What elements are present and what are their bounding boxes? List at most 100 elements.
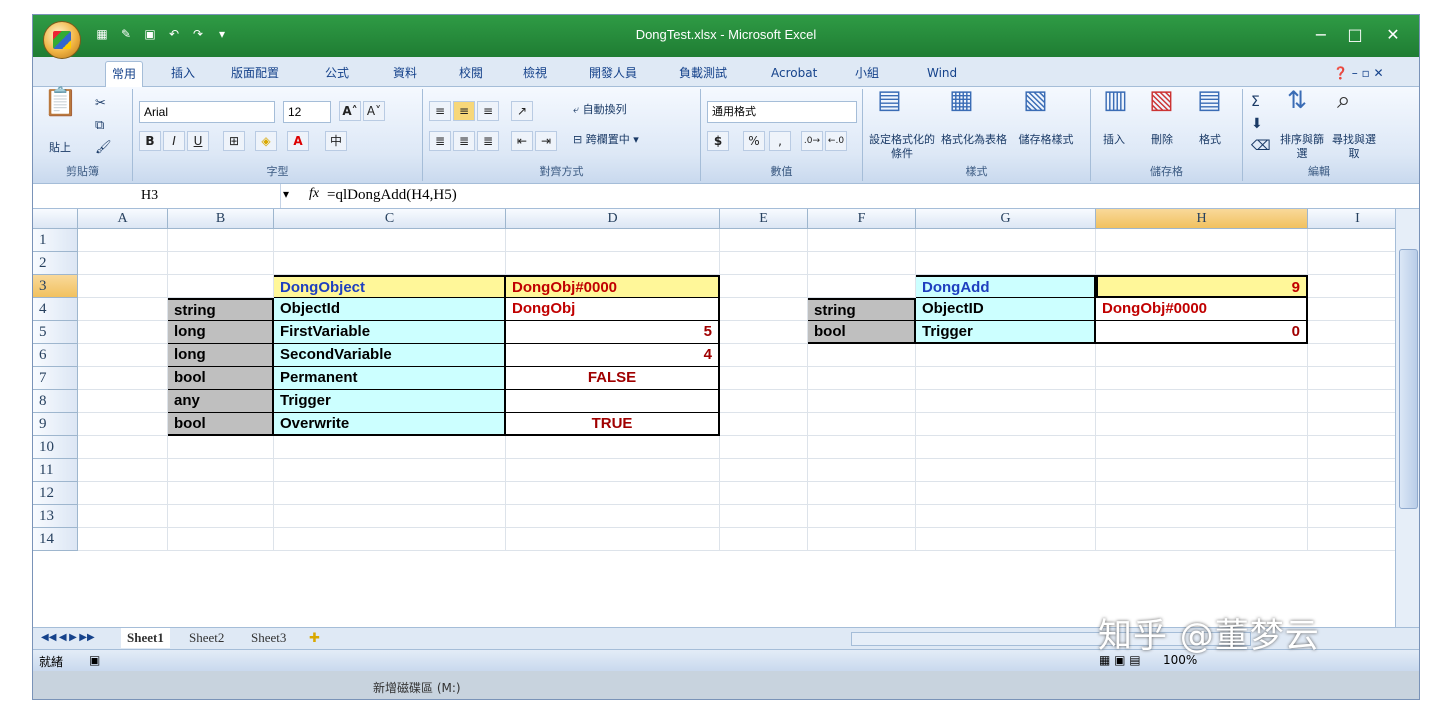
- sheet-tab-2[interactable]: Sheet2: [183, 628, 230, 648]
- cell-f1[interactable]: [808, 229, 916, 252]
- align-right-icon[interactable]: ≣: [477, 131, 499, 151]
- clear-icon[interactable]: ⌫: [1251, 139, 1271, 153]
- office-button[interactable]: [43, 21, 81, 59]
- column-header[interactable]: C: [274, 209, 506, 229]
- fill-color-icon[interactable]: ◈: [255, 131, 277, 151]
- find-select-button[interactable]: 尋找與選取: [1329, 133, 1379, 161]
- merge-center-button[interactable]: ⊟ 跨欄置中 ▾: [573, 133, 639, 147]
- phonetic-icon[interactable]: 中: [325, 131, 347, 151]
- wrap-text-button[interactable]: ⤶ 自動換列: [573, 103, 627, 117]
- tab-wind[interactable]: Wind: [921, 61, 963, 87]
- row-header[interactable]: 2: [33, 252, 78, 275]
- cell-f7[interactable]: [808, 367, 916, 390]
- cell-h2[interactable]: [1096, 252, 1308, 275]
- find-select-icon[interactable]: ⌕: [1337, 88, 1350, 112]
- cell-c8[interactable]: Trigger: [274, 390, 506, 413]
- cell-g7[interactable]: [916, 367, 1096, 390]
- macro-record-icon[interactable]: ▣: [89, 653, 100, 667]
- column-header[interactable]: I: [1308, 209, 1395, 229]
- cell-a11[interactable]: [78, 459, 168, 482]
- cell-i7[interactable]: [1308, 367, 1395, 390]
- name-box[interactable]: H3: [33, 184, 281, 208]
- row-header[interactable]: 7: [33, 367, 78, 390]
- row-header[interactable]: 14: [33, 528, 78, 551]
- row-header[interactable]: 10: [33, 436, 78, 459]
- tab-developer[interactable]: 開發人員: [583, 61, 643, 87]
- cell-c14[interactable]: [274, 528, 506, 551]
- cell-a10[interactable]: [78, 436, 168, 459]
- delete-cells-icon[interactable]: ▧: [1149, 87, 1174, 113]
- cell-b10[interactable]: [168, 436, 274, 459]
- format-cells-button[interactable]: 格式: [1199, 133, 1221, 147]
- insert-cells-icon[interactable]: ▥: [1103, 87, 1128, 113]
- cut-icon[interactable]: ✂: [95, 97, 106, 111]
- increase-indent-icon[interactable]: ⇥: [535, 131, 557, 151]
- cell-e12[interactable]: [720, 482, 808, 505]
- cell-d13[interactable]: [506, 505, 720, 528]
- grow-font-icon[interactable]: A˄: [339, 101, 361, 121]
- sort-filter-button[interactable]: 排序與篩選: [1277, 133, 1327, 161]
- cell-b6[interactable]: long: [168, 344, 274, 367]
- format-table-icon[interactable]: ▦: [949, 87, 974, 113]
- help-icon[interactable]: ❓ – ▫ ✕: [1327, 61, 1390, 87]
- cell-h3[interactable]: 9: [1096, 275, 1308, 298]
- cell-d6[interactable]: 4: [506, 344, 720, 367]
- maximize-icon[interactable]: □: [1335, 23, 1375, 45]
- column-header[interactable]: E: [720, 209, 808, 229]
- insert-cells-button[interactable]: 插入: [1103, 133, 1125, 147]
- currency-icon[interactable]: $: [707, 131, 729, 151]
- cell-i2[interactable]: [1308, 252, 1395, 275]
- cell-h13[interactable]: [1096, 505, 1308, 528]
- autosum-icon[interactable]: Σ: [1251, 95, 1260, 109]
- border-icon[interactable]: ⊞: [223, 131, 245, 151]
- cell-g2[interactable]: [916, 252, 1096, 275]
- cell-a4[interactable]: [78, 298, 168, 321]
- row-header[interactable]: 5: [33, 321, 78, 344]
- sheet-tab-1[interactable]: Sheet1: [121, 628, 170, 648]
- cell-g1[interactable]: [916, 229, 1096, 252]
- cell-c9[interactable]: Overwrite: [274, 413, 506, 436]
- align-top-icon[interactable]: ≡: [429, 101, 451, 121]
- cell-e6[interactable]: [720, 344, 808, 367]
- cell-i1[interactable]: [1308, 229, 1395, 252]
- row-header[interactable]: 8: [33, 390, 78, 413]
- row-header[interactable]: 1: [33, 229, 78, 252]
- cell-b13[interactable]: [168, 505, 274, 528]
- row-header[interactable]: 6: [33, 344, 78, 367]
- shrink-font-icon[interactable]: A˅: [363, 101, 385, 121]
- cell-b7[interactable]: bool: [168, 367, 274, 390]
- cell-i14[interactable]: [1308, 528, 1395, 551]
- cell-a6[interactable]: [78, 344, 168, 367]
- cell-d12[interactable]: [506, 482, 720, 505]
- row-header[interactable]: 9: [33, 413, 78, 436]
- cell-h14[interactable]: [1096, 528, 1308, 551]
- percent-icon[interactable]: %: [743, 131, 765, 151]
- format-painter-icon[interactable]: 🖌: [95, 141, 112, 155]
- cell-i3[interactable]: [1308, 275, 1395, 298]
- cell-c11[interactable]: [274, 459, 506, 482]
- comma-icon[interactable]: ,: [769, 131, 791, 151]
- underline-icon[interactable]: U: [187, 131, 209, 151]
- name-box-dropdown-icon[interactable]: ▾: [283, 187, 289, 201]
- cell-c10[interactable]: [274, 436, 506, 459]
- new-sheet-icon[interactable]: ✚: [309, 628, 320, 648]
- cell-e10[interactable]: [720, 436, 808, 459]
- font-name-box[interactable]: Arial: [139, 101, 275, 123]
- taskbar-item[interactable]: 新增磁碟區 (M:): [373, 679, 461, 696]
- cell-c4[interactable]: ObjectId: [274, 298, 506, 321]
- cell-a9[interactable]: [78, 413, 168, 436]
- cell-c5[interactable]: FirstVariable: [274, 321, 506, 344]
- cell-e1[interactable]: [720, 229, 808, 252]
- cell-b5[interactable]: long: [168, 321, 274, 344]
- delete-cells-button[interactable]: 刪除: [1151, 133, 1173, 147]
- cell-a5[interactable]: [78, 321, 168, 344]
- cell-g12[interactable]: [916, 482, 1096, 505]
- cell-i9[interactable]: [1308, 413, 1395, 436]
- cell-c13[interactable]: [274, 505, 506, 528]
- row-header[interactable]: 4: [33, 298, 78, 321]
- cell-b3[interactable]: [168, 275, 274, 298]
- close-icon[interactable]: ✕: [1373, 23, 1413, 45]
- paste-icon[interactable]: 📋: [43, 88, 78, 145]
- cell-a8[interactable]: [78, 390, 168, 413]
- tab-formulas[interactable]: 公式: [319, 61, 355, 87]
